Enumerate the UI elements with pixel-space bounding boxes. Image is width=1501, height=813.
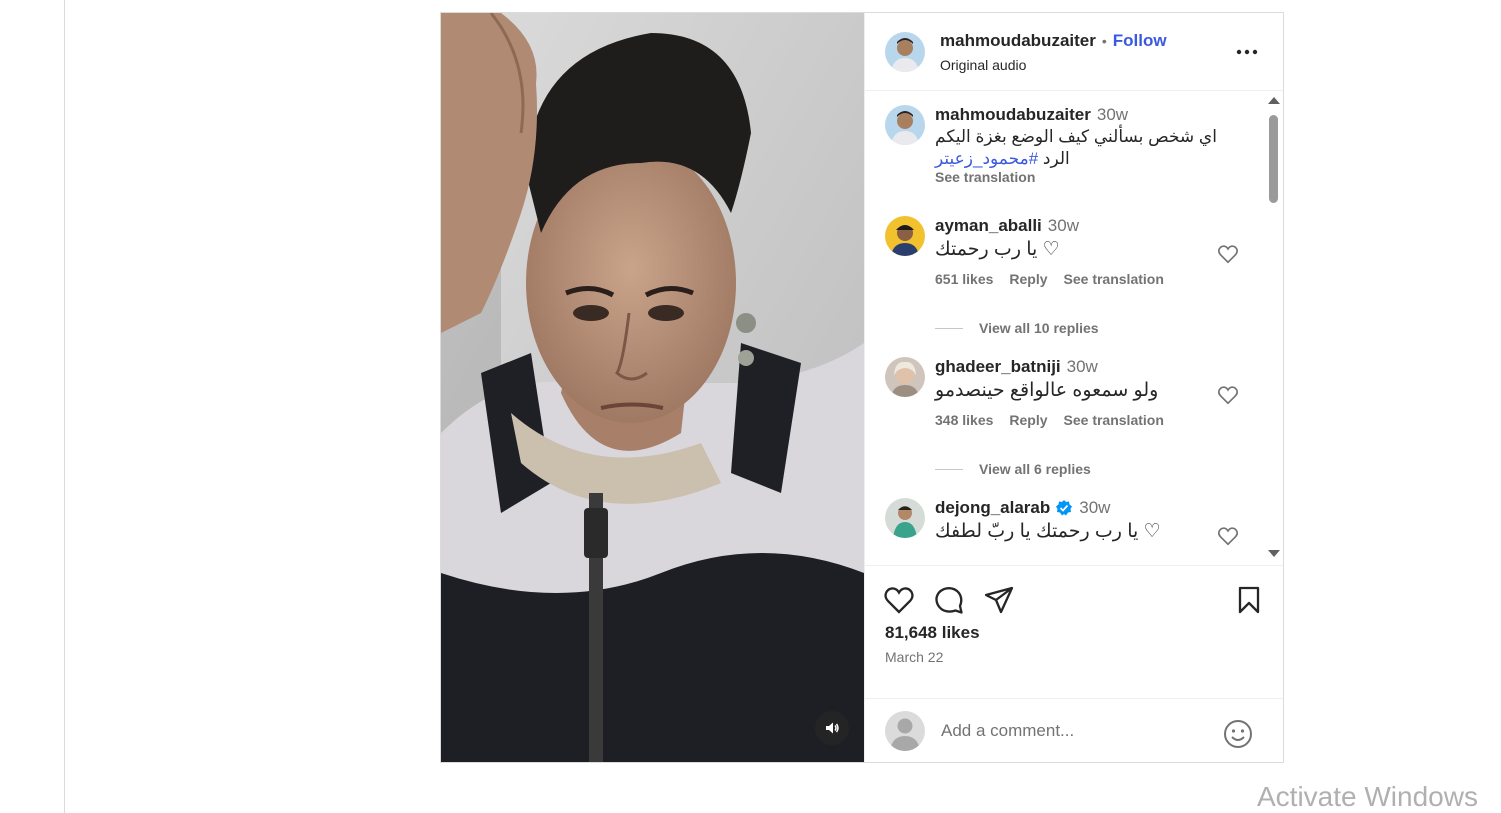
comment-reply-button[interactable]: Reply — [1009, 271, 1047, 287]
follow-button[interactable]: Follow — [1113, 31, 1167, 51]
heart-icon[interactable] — [883, 584, 915, 616]
comment-item: dejong_alarab 30w يا رب رحمتك يا ربّ لطف… — [885, 498, 1245, 546]
add-comment-input[interactable] — [941, 720, 1201, 741]
scroll-thumb[interactable] — [1269, 115, 1278, 203]
comment-text: يا رب رحمتك ♡ — [935, 239, 1060, 260]
verified-icon — [1056, 500, 1073, 516]
replies-divider — [935, 327, 963, 329]
comments-scrollbar[interactable] — [1267, 95, 1280, 557]
comments-list[interactable]: mahmoudabuzaiter 30w اي شخص بسألني كيف ا… — [865, 91, 1283, 565]
caption-hashtag[interactable]: #محمود_زعيتر — [935, 149, 1038, 168]
activate-windows-watermark: Activate Windows — [1257, 781, 1478, 812]
comment-text: ولو سمعوه عالواقع حينصدمو — [935, 380, 1159, 401]
comment-username[interactable]: ghadeer_batniji — [935, 357, 1061, 377]
comment-username[interactable]: dejong_alarab — [935, 498, 1050, 518]
emoji-icon[interactable] — [1223, 719, 1253, 749]
action-bar — [865, 565, 1283, 629]
audio-label[interactable]: Original audio — [940, 57, 1167, 73]
comment-see-translation[interactable]: See translation — [1064, 412, 1164, 428]
more-icon[interactable] — [1235, 42, 1259, 62]
caption-username[interactable]: mahmoudabuzaiter — [935, 105, 1091, 125]
comment-see-translation[interactable]: See translation — [1064, 271, 1164, 287]
total-likes[interactable]: 81,648 likes — [885, 623, 980, 643]
post-header: mahmoudabuzaiter • Follow Original audio — [865, 13, 1283, 91]
author-username[interactable]: mahmoudabuzaiter — [940, 31, 1096, 51]
scroll-down-arrow[interactable] — [1268, 550, 1280, 557]
page-left-divider — [64, 0, 65, 813]
comment-item: ayman_aballi 30w يا رب رحمتك ♡ 651 likes… — [885, 216, 1245, 287]
separator-dot: • — [1101, 32, 1107, 49]
scroll-up-arrow[interactable] — [1268, 97, 1280, 104]
comment-time[interactable]: 30w — [1079, 498, 1110, 518]
post-details-panel: mahmoudabuzaiter • Follow Original audio… — [864, 13, 1283, 762]
bookmark-icon[interactable] — [1233, 584, 1265, 616]
caption-text-line2: الرد #محمود_زعيتر — [935, 149, 1245, 169]
comment-likes[interactable]: 348 likes — [935, 412, 993, 428]
caption-item: mahmoudabuzaiter 30w اي شخص بسألني كيف ا… — [885, 105, 1245, 185]
comment-likes[interactable]: 651 likes — [935, 271, 993, 287]
view-replies-label[interactable]: View all 10 replies — [979, 320, 1099, 336]
volume-icon — [826, 722, 839, 734]
author-avatar[interactable] — [885, 31, 925, 72]
comment-heart-icon[interactable] — [1217, 243, 1239, 265]
comment-icon[interactable] — [933, 584, 965, 616]
share-icon[interactable] — [983, 584, 1015, 616]
post-modal: mahmoudabuzaiter • Follow Original audio… — [440, 12, 1284, 763]
caption-time[interactable]: 30w — [1097, 105, 1128, 125]
comment-avatar[interactable] — [885, 357, 925, 397]
add-comment-bar — [865, 698, 1283, 762]
comment-reply-button[interactable]: Reply — [1009, 412, 1047, 428]
caption-text-line1: اي شخص بسألني كيف الوضع بغزة اليكم — [935, 127, 1217, 146]
comment-time[interactable]: 30w — [1067, 357, 1098, 377]
caption-reply-prefix: الرد — [1038, 149, 1070, 168]
comment-heart-icon[interactable] — [1217, 384, 1239, 406]
replies-divider — [935, 468, 963, 470]
current-user-avatar — [885, 710, 925, 751]
post-actions-section: 81,648 likes March 22 — [865, 565, 1283, 698]
view-replies-label[interactable]: View all 6 replies — [979, 461, 1091, 477]
comment-username[interactable]: ayman_aballi — [935, 216, 1042, 236]
view-replies-link[interactable]: View all 6 replies — [935, 461, 1091, 477]
comment-text: يا رب رحمتك يا ربّ لطفك ♡ — [935, 521, 1161, 542]
comment-time[interactable]: 30w — [1048, 216, 1079, 236]
view-replies-link[interactable]: View all 10 replies — [935, 320, 1099, 336]
post-date[interactable]: March 22 — [885, 649, 943, 665]
caption-see-translation[interactable]: See translation — [935, 169, 1245, 185]
caption-avatar[interactable] — [885, 105, 925, 145]
comment-heart-icon[interactable] — [1217, 525, 1239, 547]
volume-button[interactable] — [815, 711, 849, 745]
comment-avatar[interactable] — [885, 216, 925, 256]
comment-item: ghadeer_batniji 30w ولو سمعوه عالواقع حي… — [885, 357, 1245, 428]
comment-avatar[interactable] — [885, 498, 925, 538]
video-frame — [441, 13, 864, 762]
post-video[interactable] — [441, 13, 864, 762]
